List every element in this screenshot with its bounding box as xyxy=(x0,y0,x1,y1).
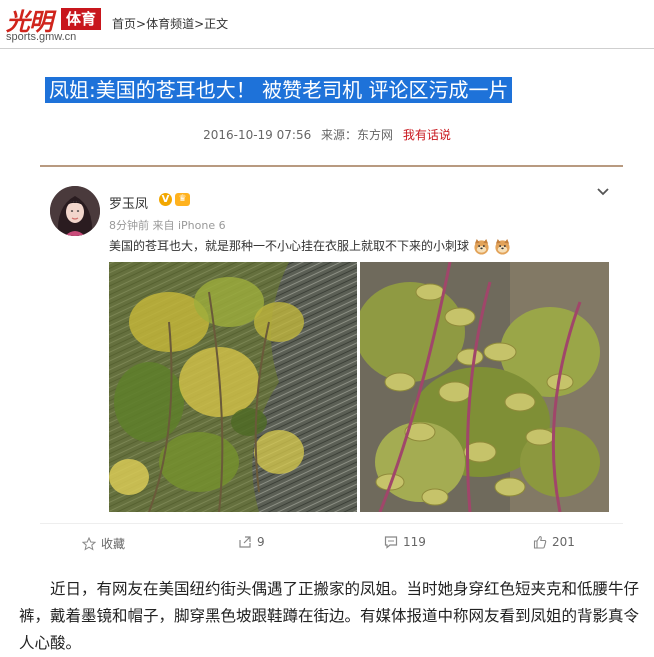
post-text-content: 美国的苍耳也大，就是那种一不小心挂在衣服上就取不下来的小刺球 xyxy=(109,239,470,253)
site-header: 光明 体育 sports.gmw.cn 首页>体育频道>正文 xyxy=(0,0,654,48)
comment-button[interactable]: 119 xyxy=(384,535,426,549)
breadcrumb-home[interactable]: 首页 xyxy=(112,17,136,31)
breadcrumb-current: 正文 xyxy=(204,17,229,31)
article-meta: 2016-10-19 07:56 来源：东方网 我有话说 xyxy=(0,126,654,143)
article-body: 近日，有网友在美国纽约街头偶遇了正搬家的凤姐。当时她身穿红色短夹克和低腰牛仔裤，… xyxy=(19,576,641,657)
site-url: sports.gmw.cn xyxy=(6,31,77,43)
comment-icon xyxy=(384,536,398,549)
breadcrumb-separator: > xyxy=(194,17,205,31)
weibo-username[interactable]: 罗玉凤 xyxy=(109,193,148,212)
article-title: 凤姐:美国的苍耳也大！ 被赞老司机 评论区污成一片 xyxy=(45,77,513,103)
post-photo-plant[interactable] xyxy=(109,262,357,512)
comment-link[interactable]: 我有话说 xyxy=(403,128,451,142)
weibo-post-card: 罗玉凤 V ♛ 8分钟前 来自 iPhone 6 美国的苍耳也大，就是那种一不小… xyxy=(40,171,623,561)
post-time: 8分钟前 来自 iPhone 6 xyxy=(109,219,226,232)
doge-emoji-icon xyxy=(495,238,510,255)
like-count: 201 xyxy=(552,535,575,549)
header-divider xyxy=(0,48,654,49)
breadcrumb-sports[interactable]: 体育频道 xyxy=(146,17,194,31)
verified-icon: V xyxy=(159,193,172,206)
post-action-bar: 收藏 9 119 201 xyxy=(40,523,623,562)
repost-button[interactable]: 9 xyxy=(238,535,265,549)
post-text: 美国的苍耳也大，就是那种一不小心挂在衣服上就取不下来的小刺球 xyxy=(109,237,511,255)
star-icon xyxy=(82,536,96,551)
article-source: 来源：东方网 xyxy=(321,128,394,142)
repost-count: 9 xyxy=(257,535,265,549)
avatar[interactable] xyxy=(50,186,100,236)
level-badge-icon: ♛ xyxy=(175,193,190,206)
content-divider xyxy=(40,165,623,167)
doge-emoji-icon xyxy=(474,238,489,255)
breadcrumb: 首页>体育频道>正文 xyxy=(112,15,228,32)
article-date: 2016-10-19 07:56 xyxy=(203,128,312,142)
post-photo-burrs[interactable] xyxy=(360,262,609,512)
like-button[interactable]: 201 xyxy=(533,535,575,549)
breadcrumb-separator: > xyxy=(136,17,147,31)
repost-icon xyxy=(239,536,251,548)
section-logo[interactable]: 体育 xyxy=(61,8,102,30)
comment-count: 119 xyxy=(403,535,426,549)
chevron-down-icon[interactable] xyxy=(596,185,610,199)
thumbs-up-icon xyxy=(533,535,547,549)
favorite-button[interactable]: 收藏 xyxy=(82,535,125,552)
article-paragraph: 近日，有网友在美国纽约街头偶遇了正搬家的凤姐。当时她身穿红色短夹克和低腰牛仔裤，… xyxy=(19,580,640,652)
favorite-label: 收藏 xyxy=(101,537,126,551)
